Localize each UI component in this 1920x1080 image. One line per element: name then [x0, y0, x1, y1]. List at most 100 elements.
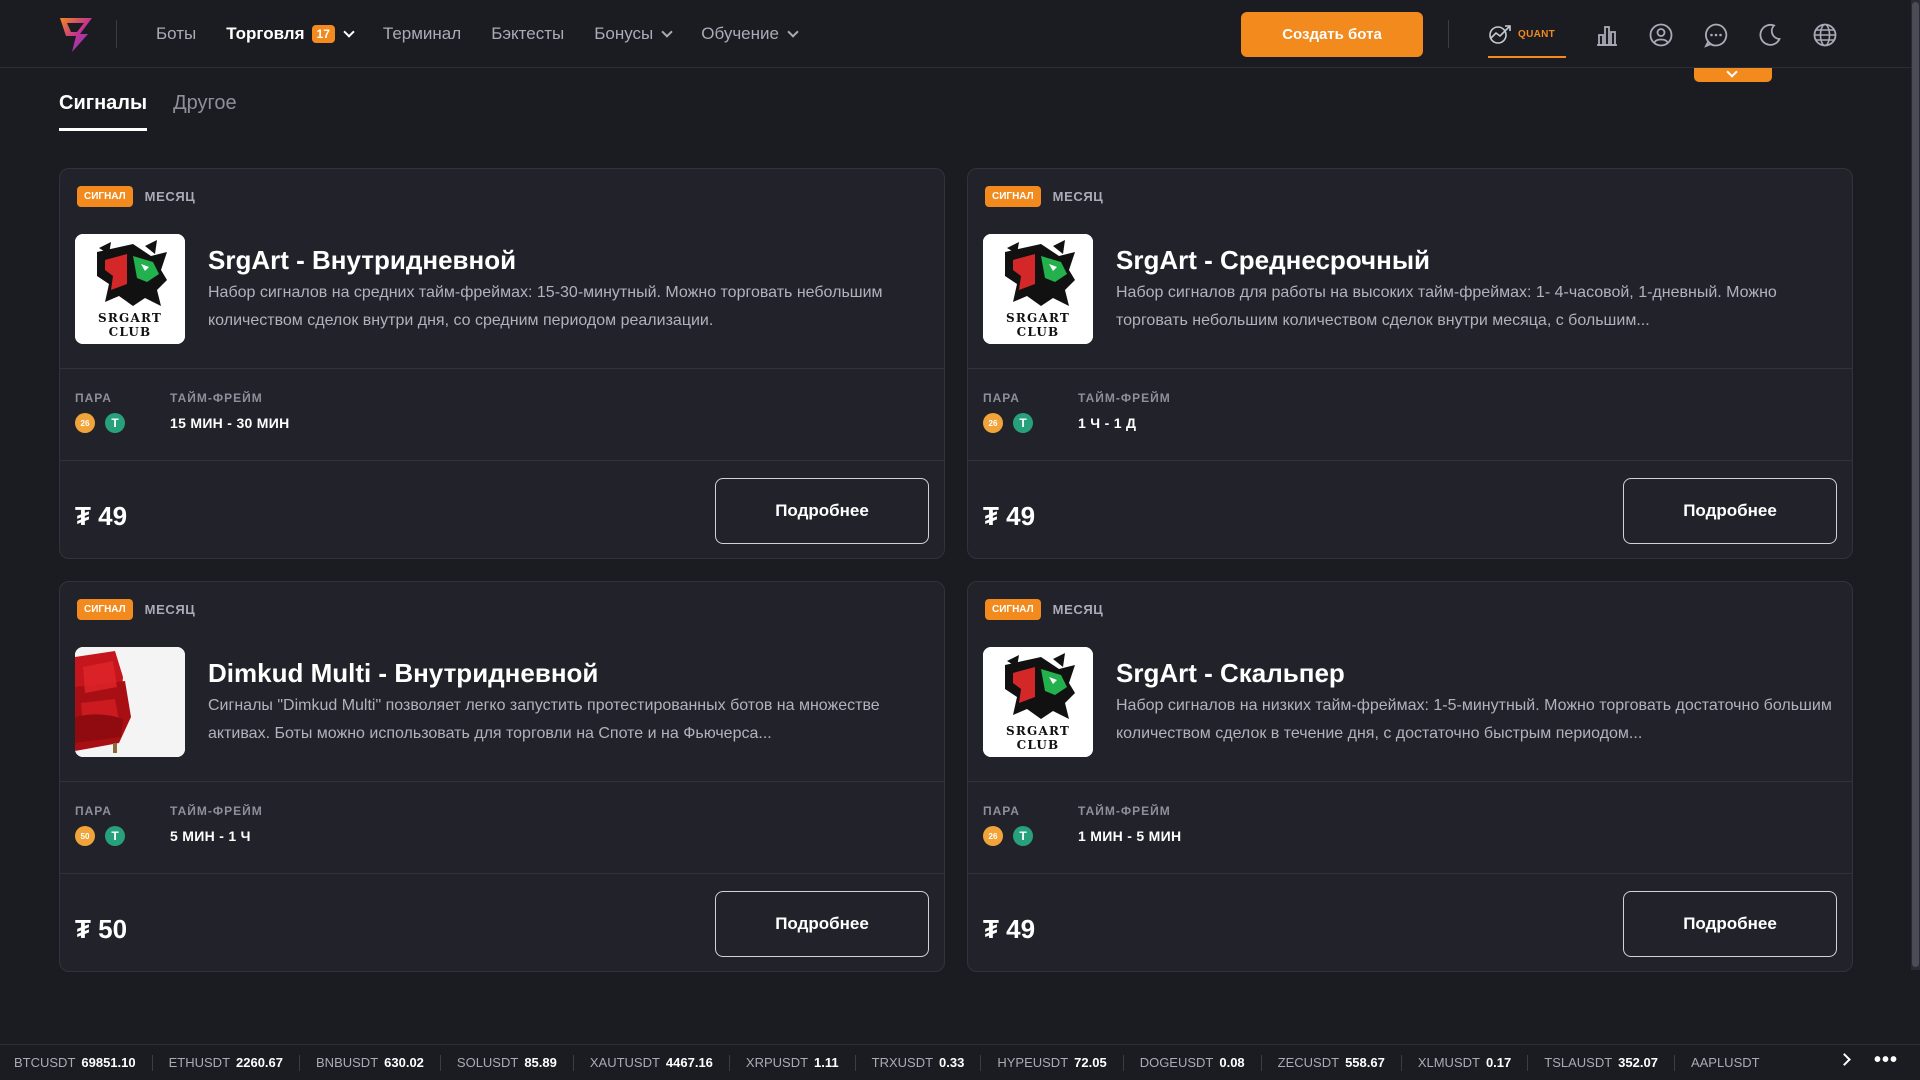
chevron-down-icon [661, 26, 673, 38]
user-profile-icon[interactable] [1648, 22, 1674, 48]
ticker-price: 558.67 [1345, 1055, 1385, 1070]
pair-label: ПАРА [983, 804, 1020, 818]
price-value: ₮ 49 [75, 501, 128, 531]
base-coin-icon: 26 [75, 413, 95, 433]
ticker-item[interactable]: HYPEUSDT 72.05 [997, 1055, 1106, 1070]
ticker-more-icon[interactable]: ••• [1874, 1049, 1898, 1072]
tether-coin-icon: T [1013, 826, 1033, 846]
bar-chart-icon[interactable] [1594, 22, 1620, 48]
ticker-price: 0.33 [939, 1055, 965, 1070]
signal-card[interactable]: ПАРА ТАЙМ-ФРЕЙМ 26 T 1 Ч - 1 Д СИГНАЛ МЕ… [967, 168, 1853, 559]
ticker-item[interactable]: TSLAUSDT 352.07 [1544, 1055, 1658, 1070]
ticker-symbol: AAPLUSDT [1690, 1055, 1760, 1070]
chat-icon[interactable] [1703, 22, 1729, 48]
card-thumbnail[interactable]: SRGART CLUB [983, 647, 1093, 757]
srgart-club-logo-icon: SRGART CLUB [75, 234, 185, 344]
more-details-button[interactable]: Подробнее [715, 478, 929, 544]
signal-card[interactable]: ПАРА ТАЙМ-ФРЕЙМ 26 T 15 МИН - 30 МИН СИГ… [59, 168, 945, 559]
card-thumbnail[interactable] [75, 647, 185, 757]
period-label: МЕСЯЦ [1052, 602, 1104, 617]
ticker-item[interactable]: ZECUSDT 558.67 [1278, 1055, 1385, 1070]
nav-item-learning[interactable]: Обучение [701, 24, 799, 44]
moon-theme-icon[interactable] [1757, 22, 1783, 48]
price-value: ₮ 50 [75, 914, 128, 944]
ticker-item[interactable]: TRXUSDT 0.33 [872, 1055, 965, 1070]
card-thumbnail[interactable]: SRGART CLUB [75, 234, 185, 344]
srgart-club-logo-icon: SRGART CLUB [983, 234, 1093, 344]
ticker-price: 72.05 [1074, 1055, 1107, 1070]
nav-item-bonuses[interactable]: Бонусы [594, 24, 673, 44]
timeframe-label: ТАЙМ-ФРЕЙМ [1078, 804, 1171, 818]
price-ticker: BTCUSDT 69851.10 ETHUSDT 2260.67 BNBUSDT 630.… [0, 1044, 1920, 1080]
card-thumbnail[interactable]: SRGART CLUB [983, 234, 1093, 344]
page-scrollbar-thumb[interactable] [1912, 2, 1919, 967]
ticker-item[interactable]: XRPUSDT 1.11 [746, 1055, 839, 1070]
ticker-price: 4467.16 [665, 1055, 713, 1070]
quant-button[interactable]: QUANT [1488, 18, 1566, 58]
create-bot-button[interactable]: Создать бота [1241, 12, 1423, 57]
ticker-item[interactable]: DOGEUSDT 0.08 [1140, 1055, 1245, 1070]
nav-item-terminal[interactable]: Терминал [383, 24, 461, 44]
ticker-item[interactable]: XAUTUSDT 4467.16 [590, 1055, 713, 1070]
timeframe-value: 1 МИН - 5 МИН [1078, 828, 1182, 844]
ticker-divider [572, 1054, 574, 1071]
chevron-down-icon [787, 26, 799, 38]
svg-text:SRGART: SRGART [98, 311, 162, 325]
pair-label: ПАРА [75, 391, 112, 405]
more-details-button[interactable]: Подробнее [1623, 478, 1837, 544]
tether-coin-icon: T [1013, 413, 1033, 433]
ticker-symbol: BTCUSDT [14, 1055, 76, 1070]
more-details-button[interactable]: Подробнее [1623, 891, 1837, 957]
svg-text:SRGART: SRGART [1006, 311, 1070, 325]
card-tags: СИГНАЛ МЕСЯЦ [985, 186, 1103, 207]
more-details-button[interactable]: Подробнее [715, 891, 929, 957]
ticker-item[interactable]: BTCUSDT 69851.10 [14, 1055, 136, 1070]
ticker-item[interactable]: XLMUSDT 0.17 [1418, 1055, 1511, 1070]
card-meta-section: ПАРА ТАЙМ-ФРЕЙМ 50 T 5 МИН - 1 Ч [60, 782, 944, 874]
category-tabs: Сигналы Другое [59, 92, 237, 131]
card-title[interactable]: Dimkud Multi - Внутридневной [208, 658, 598, 689]
ticker-divider [439, 1054, 441, 1071]
price-value: ₮ 49 [983, 914, 1036, 944]
ticker-price: 0.17 [1485, 1055, 1512, 1070]
ticker-price: 69851.10 [81, 1055, 136, 1070]
ticker-divider [299, 1054, 301, 1071]
globe-language-icon[interactable] [1812, 22, 1838, 48]
ticker-divider [1122, 1054, 1124, 1071]
app-logo-icon[interactable] [58, 14, 94, 54]
nav-item-bots[interactable]: Боты [156, 24, 196, 44]
nav-item-backtests[interactable]: Бэктесты [491, 24, 564, 44]
signal-tag: СИГНАЛ [77, 186, 133, 207]
pair-coins: 26 T [983, 826, 1033, 846]
signal-card[interactable]: ПАРА ТАЙМ-ФРЕЙМ 50 T 5 МИН - 1 Ч СИГНАЛ … [59, 581, 945, 972]
ticker-item[interactable]: BNBUSDT 630.02 [316, 1055, 424, 1070]
ticker-symbol: DOGEUSDT [1139, 1055, 1214, 1070]
chevron-down-icon [1726, 66, 1738, 78]
ticker-item[interactable]: SOLUSDT 85.89 [457, 1055, 557, 1070]
collapse-panel-toggle[interactable] [1694, 66, 1772, 82]
card-description: Набор сигналов на низких тайм-фреймах: 1… [1116, 697, 1832, 742]
top-header: Боты Торговля 17 Терминал Бэктесты Бонус… [0, 0, 1920, 68]
period-label: МЕСЯЦ [144, 602, 196, 617]
timeframe-value: 15 МИН - 30 МИН [170, 415, 290, 431]
card-meta-section: ПАРА ТАЙМ-ФРЕЙМ 26 T 15 МИН - 30 МИН [60, 369, 944, 461]
trading-count-badge: 17 [311, 25, 335, 43]
nav-item-trading[interactable]: Торговля 17 [226, 24, 355, 44]
card-title[interactable]: SrgArt - Внутридневной [208, 245, 516, 276]
tether-coin-icon: T [105, 413, 125, 433]
ticker-divider [1260, 1054, 1262, 1071]
tab-other[interactable]: Другое [173, 92, 237, 131]
base-coin-icon: 50 [75, 826, 95, 846]
nav-label: Торговля [226, 24, 305, 43]
signal-tag: СИГНАЛ [985, 599, 1041, 620]
ticker-symbol: XLMUSDT [1417, 1055, 1480, 1070]
signal-card[interactable]: ПАРА ТАЙМ-ФРЕЙМ 26 T 1 МИН - 5 МИН СИГНА… [967, 581, 1853, 972]
tab-signals[interactable]: Сигналы [59, 92, 148, 131]
ticker-divider [1400, 1054, 1402, 1071]
ticker-item[interactable]: ETHUSDT 2260.67 [169, 1055, 283, 1070]
ticker-symbol: TSLAUSDT [1544, 1055, 1613, 1070]
ticker-item[interactable]: AAPLUSDT [1691, 1055, 1766, 1070]
card-title[interactable]: SrgArt - Среднесрочный [1116, 245, 1430, 276]
card-title[interactable]: SrgArt - Скальпер [1116, 658, 1345, 689]
ticker-symbol: TRXUSDT [871, 1055, 934, 1070]
